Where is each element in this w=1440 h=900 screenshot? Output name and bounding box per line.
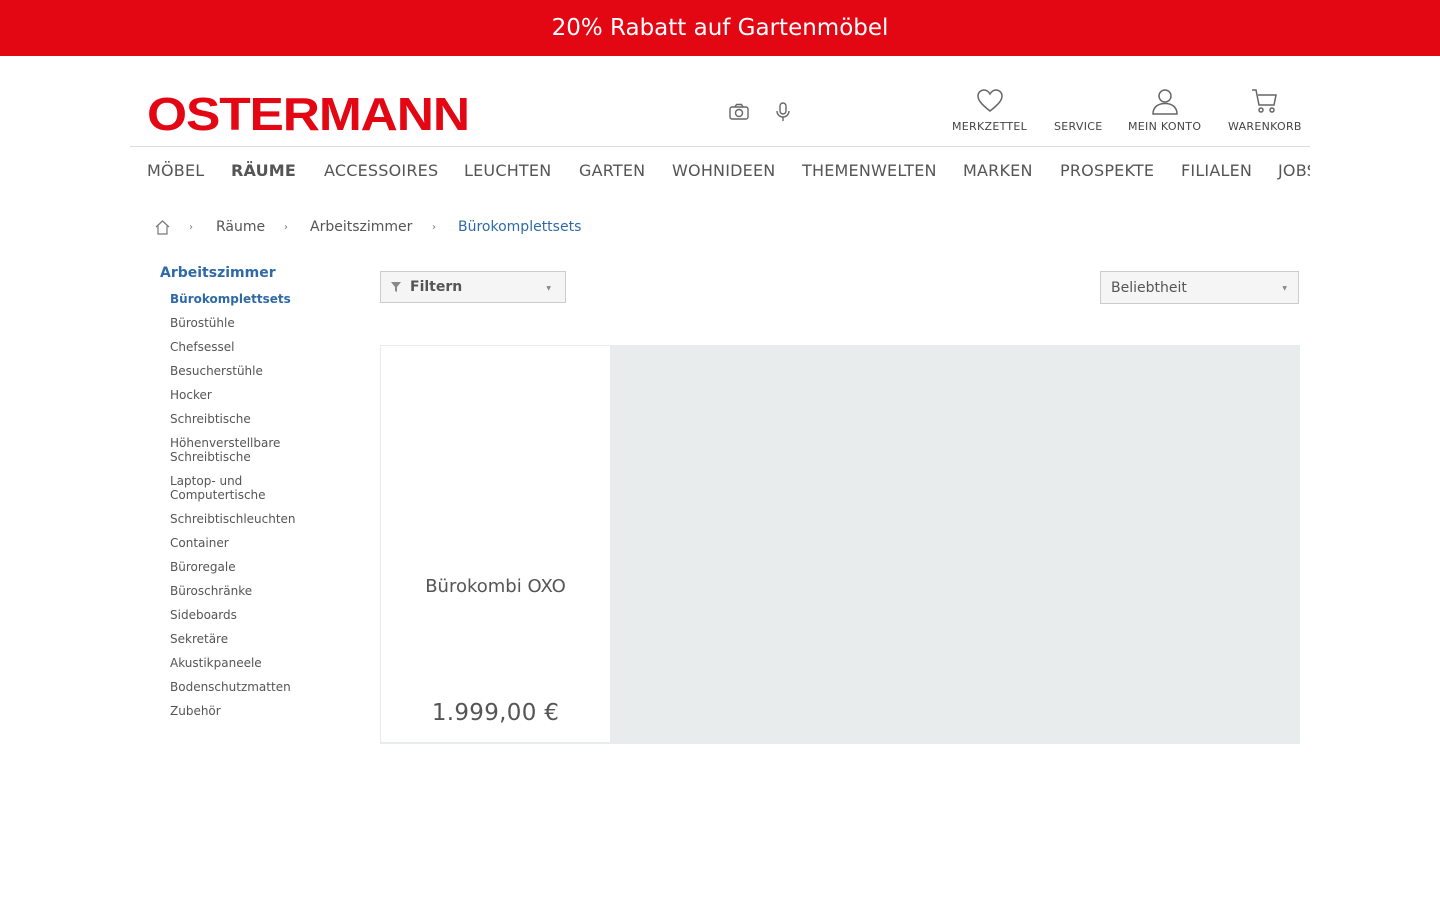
home-icon[interactable]	[154, 219, 171, 236]
chevron-down-icon: ▼	[1282, 285, 1287, 292]
sidebar-item-bueroregale[interactable]: Büroregale	[170, 560, 330, 574]
nav-item-filialen[interactable]: FILIALEN	[1181, 161, 1252, 180]
cart-icon	[1251, 89, 1277, 113]
product-price: 1.999,00 €	[431, 700, 560, 726]
sidebar-item-schreibtischleuchten[interactable]: Schreibtischleuchten	[170, 512, 330, 526]
filter-label: Filtern	[410, 279, 463, 295]
promo-text: 20% Rabatt auf Gartenmöbel	[551, 15, 889, 41]
mein-konto-label: MEIN KONTO	[1128, 120, 1202, 133]
sidebar-item-schreibtische[interactable]: Schreibtische	[170, 412, 330, 426]
sidebar-item-sekretaere[interactable]: Sekretäre	[170, 632, 330, 646]
nav-item-marken[interactable]: MARKEN	[963, 161, 1033, 180]
warenkorb-label: WARENKORB	[1228, 120, 1302, 133]
breadcrumb-separator-icon: ›	[432, 222, 436, 233]
sidebar-item-laptop-computertische[interactable]: Laptop- und Computertische	[170, 474, 280, 502]
breadcrumb-current: Bürokomplettsets	[458, 219, 582, 235]
nav-item-jobs[interactable]: JOBS	[1278, 161, 1310, 180]
breadcrumb-arbeitszimmer[interactable]: Arbeitszimmer	[310, 219, 412, 235]
nav-item-leuchten[interactable]: LEUCHTEN	[464, 161, 551, 180]
breadcrumb-separator-icon: ›	[189, 222, 193, 233]
header-divider	[130, 146, 1310, 147]
sidebar-item-hoehenverstellbare-schreibtische[interactable]: Höhenverstellbare Schreibtische	[170, 436, 300, 464]
nav-item-moebel[interactable]: MÖBEL	[147, 161, 204, 180]
camera-icon[interactable]	[727, 100, 751, 124]
chevron-down-icon: ▼	[546, 285, 551, 292]
sidebar-item-chefsessel[interactable]: Chefsessel	[170, 340, 330, 354]
nav-item-prospekte[interactable]: PROSPEKTE	[1060, 161, 1154, 180]
filter-button[interactable]: Filtern ▼	[380, 271, 566, 303]
merkzettel-button[interactable]: MERKZETTEL	[952, 86, 1027, 133]
sidebar-item-bueroschraenke[interactable]: Büroschränke	[170, 584, 330, 598]
sort-select[interactable]: Beliebtheit ▼	[1100, 271, 1299, 304]
ostermann-logo[interactable]: OSTERMANN	[147, 91, 470, 137]
breadcrumb-separator-icon: ›	[284, 222, 288, 233]
sidebar-item-buerostuehle[interactable]: Bürostühle	[170, 316, 330, 330]
sidebar-item-besucherstuehle[interactable]: Besucherstühle	[170, 364, 330, 378]
merkzettel-label: MERKZETTEL	[952, 120, 1028, 133]
heart-icon	[976, 89, 1003, 112]
sort-value: Beliebtheit	[1111, 280, 1187, 296]
sidebar-item-akustikpaneele[interactable]: Akustikpaneele	[170, 656, 330, 670]
microphone-icon[interactable]	[771, 100, 795, 124]
filter-icon	[391, 282, 401, 292]
nav-item-accessoires[interactable]: ACCESSOIRES	[324, 161, 438, 180]
warenkorb-button[interactable]: WARENKORB	[1228, 86, 1302, 133]
sidebar-item-zubehoer[interactable]: Zubehör	[170, 704, 330, 718]
breadcrumb-raeume[interactable]: Räume	[216, 219, 265, 235]
sidebar-item-container[interactable]: Container	[170, 536, 330, 550]
sidebar-item-hocker[interactable]: Hocker	[170, 388, 330, 402]
product-name[interactable]: Bürokombi OXO	[381, 576, 610, 597]
sidebar-item-sideboards[interactable]: Sideboards	[170, 608, 330, 622]
sidebar-item-bodenschutzmatten[interactable]: Bodenschutzmatten	[170, 680, 330, 694]
mein-konto-button[interactable]: MEIN KONTO	[1128, 86, 1201, 133]
sidebar-title[interactable]: Arbeitszimmer	[160, 265, 276, 281]
service-button[interactable]: SERVICE	[1054, 86, 1102, 133]
promo-banner[interactable]: 20% Rabatt auf Gartenmöbel	[0, 0, 1440, 56]
main-nav: MÖBEL RÄUME ACCESSOIRES LEUCHTEN GARTEN …	[130, 157, 1310, 187]
nav-item-themenwelten[interactable]: THEMENWELTEN	[802, 161, 937, 180]
nav-item-garten[interactable]: GARTEN	[579, 161, 645, 180]
user-icon	[1151, 89, 1178, 115]
service-label: SERVICE	[1054, 120, 1103, 133]
product-card[interactable]: Bürokombi OXO 1.999,00 €	[381, 346, 610, 742]
nav-item-wohnideen[interactable]: WOHNIDEEN	[672, 161, 775, 180]
nav-item-raeume[interactable]: RÄUME	[231, 161, 296, 180]
sidebar-item-buerokomplettsets[interactable]: Bürokomplettsets	[170, 292, 330, 306]
